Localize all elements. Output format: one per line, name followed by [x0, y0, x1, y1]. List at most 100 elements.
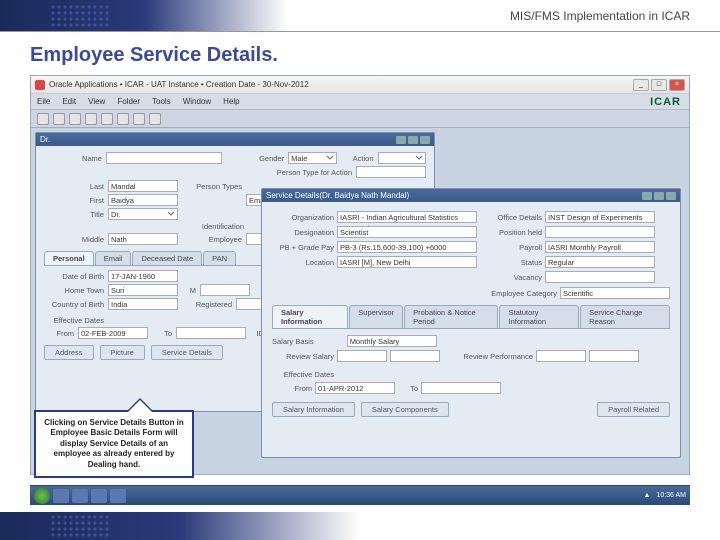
task-icon[interactable]: [53, 489, 69, 503]
vacancy-label: Vacancy: [480, 273, 542, 282]
maximize-button[interactable]: □: [651, 79, 667, 91]
form-close-icon[interactable]: [666, 192, 676, 200]
tab-statutory[interactable]: Statutory Information: [499, 305, 579, 328]
from-field[interactable]: 01-APR-2012: [315, 382, 395, 394]
callout-box: Clicking on Service Details Button in Em…: [34, 410, 194, 478]
tray-icon[interactable]: ▲: [643, 492, 650, 499]
cob-field[interactable]: India: [108, 298, 178, 310]
review-salary-field[interactable]: [337, 350, 387, 362]
task-icon[interactable]: [72, 489, 88, 503]
review-perf-field[interactable]: [536, 350, 586, 362]
form-title: Service Details(Dr. Baidya Nath Mandal): [266, 191, 409, 200]
slide-footer: [0, 512, 720, 540]
menu-bar: Eile Edit View Folder Tools Window Help: [31, 94, 689, 110]
tool-icon[interactable]: [133, 113, 145, 125]
service-details-button[interactable]: Service Details: [151, 345, 223, 360]
menu-help[interactable]: Help: [223, 97, 239, 106]
middle-field[interactable]: Nath: [108, 233, 178, 245]
name-field[interactable]: [106, 152, 222, 164]
review-salary-field2[interactable]: [390, 350, 440, 362]
task-icon[interactable]: [91, 489, 107, 503]
form-min-icon[interactable]: [642, 192, 652, 200]
menu-file[interactable]: Eile: [37, 97, 50, 106]
status-field[interactable]: Regular: [545, 256, 655, 268]
form-min-icon[interactable]: [396, 136, 406, 144]
last-field[interactable]: Mandal: [108, 180, 178, 192]
decor-dots: [50, 4, 110, 28]
review-salary-label: Review Salary: [272, 352, 334, 361]
menu-view[interactable]: View: [88, 97, 105, 106]
salary-info-button[interactable]: Salary Information: [272, 402, 355, 417]
form-max-icon[interactable]: [654, 192, 664, 200]
decor-dots: [50, 514, 110, 538]
to-field[interactable]: [421, 382, 501, 394]
tool-icon[interactable]: [37, 113, 49, 125]
salary-components-button[interactable]: Salary Components: [361, 402, 449, 417]
vacancy-field[interactable]: [545, 271, 655, 283]
from-field[interactable]: 02-FEB-2009: [78, 327, 148, 339]
tool-icon[interactable]: [53, 113, 65, 125]
marital-field[interactable]: [200, 284, 250, 296]
tool-icon[interactable]: [149, 113, 161, 125]
tab-pan[interactable]: PAN: [203, 251, 236, 265]
menu-edit[interactable]: Edit: [62, 97, 76, 106]
tab-change[interactable]: Service Change Reason: [580, 305, 670, 328]
office-label: Office Details: [480, 213, 542, 222]
slide-title: Employee Service Details.: [0, 32, 720, 75]
dob-field[interactable]: 17-JAN-1960: [108, 270, 178, 282]
to-field[interactable]: [176, 327, 246, 339]
basis-field[interactable]: Monthly Salary: [347, 335, 437, 347]
empcat-field[interactable]: Scientific: [560, 287, 670, 299]
ident-label: Identification: [184, 222, 244, 231]
tool-icon[interactable]: [85, 113, 97, 125]
tool-icon[interactable]: [117, 113, 129, 125]
menu-tools[interactable]: Tools: [152, 97, 171, 106]
toolbar: [31, 110, 689, 128]
action-select[interactable]: [378, 152, 427, 164]
tab-supervisor[interactable]: Supervisor: [349, 305, 403, 328]
form-titlebar: Dr.: [36, 133, 434, 146]
dob-label: Date of Birth: [44, 272, 104, 281]
review-perf-field2[interactable]: [589, 350, 639, 362]
status-label: Status: [480, 258, 542, 267]
menu-window[interactable]: Window: [183, 97, 211, 106]
pb-field[interactable]: PB-3 (Rs.15,600-39,100) +6000: [337, 241, 477, 253]
gender-select[interactable]: Male: [288, 152, 337, 164]
title-select[interactable]: Dr.: [108, 208, 178, 220]
header-title: MIS/FMS Implementation in ICAR: [510, 9, 690, 23]
tab-personal[interactable]: Personal: [44, 251, 94, 265]
tab-deceased[interactable]: Deceased Date: [132, 251, 202, 265]
pos-field[interactable]: [545, 226, 655, 238]
picture-button[interactable]: Picture: [100, 345, 145, 360]
tab-probation[interactable]: Probation & Notice Period: [404, 305, 498, 328]
menu-folder[interactable]: Folder: [117, 97, 140, 106]
start-button[interactable]: [34, 488, 50, 504]
close-button[interactable]: ×: [669, 79, 685, 91]
task-icon[interactable]: [110, 489, 126, 503]
org-field[interactable]: IASRI - Indian Agricultural Statistics R…: [337, 211, 477, 223]
desig-field[interactable]: Scientist: [337, 226, 477, 238]
form-close-icon[interactable]: [420, 136, 430, 144]
tab-salary[interactable]: Salary Information: [272, 305, 348, 328]
office-field[interactable]: INST Design of Experiments: [545, 211, 655, 223]
first-field[interactable]: Baidya: [108, 194, 178, 206]
clock: 10:36 AM: [656, 492, 686, 499]
tool-icon[interactable]: [69, 113, 81, 125]
service-tabs: Salary Information Supervisor Probation …: [272, 305, 670, 329]
tool-icon[interactable]: [101, 113, 113, 125]
pb-label: PB + Grade Pay: [272, 243, 334, 252]
marital-label: M: [182, 286, 196, 295]
payroll-related-button[interactable]: Payroll Related: [597, 402, 670, 417]
payroll-field[interactable]: IASRI Monthly Payroll: [545, 241, 655, 253]
tab-email[interactable]: Email: [95, 251, 132, 265]
to-label: To: [398, 384, 418, 393]
reg-label: Registered: [182, 300, 232, 309]
loc-label: Location: [272, 258, 334, 267]
ptype-action-field[interactable]: [356, 166, 426, 178]
loc-field[interactable]: IASRI [M], New Delhi: [337, 256, 477, 268]
from-label: From: [44, 329, 74, 338]
address-button[interactable]: Address: [44, 345, 94, 360]
form-max-icon[interactable]: [408, 136, 418, 144]
minimize-button[interactable]: _: [633, 79, 649, 91]
home-field[interactable]: Suri: [108, 284, 178, 296]
